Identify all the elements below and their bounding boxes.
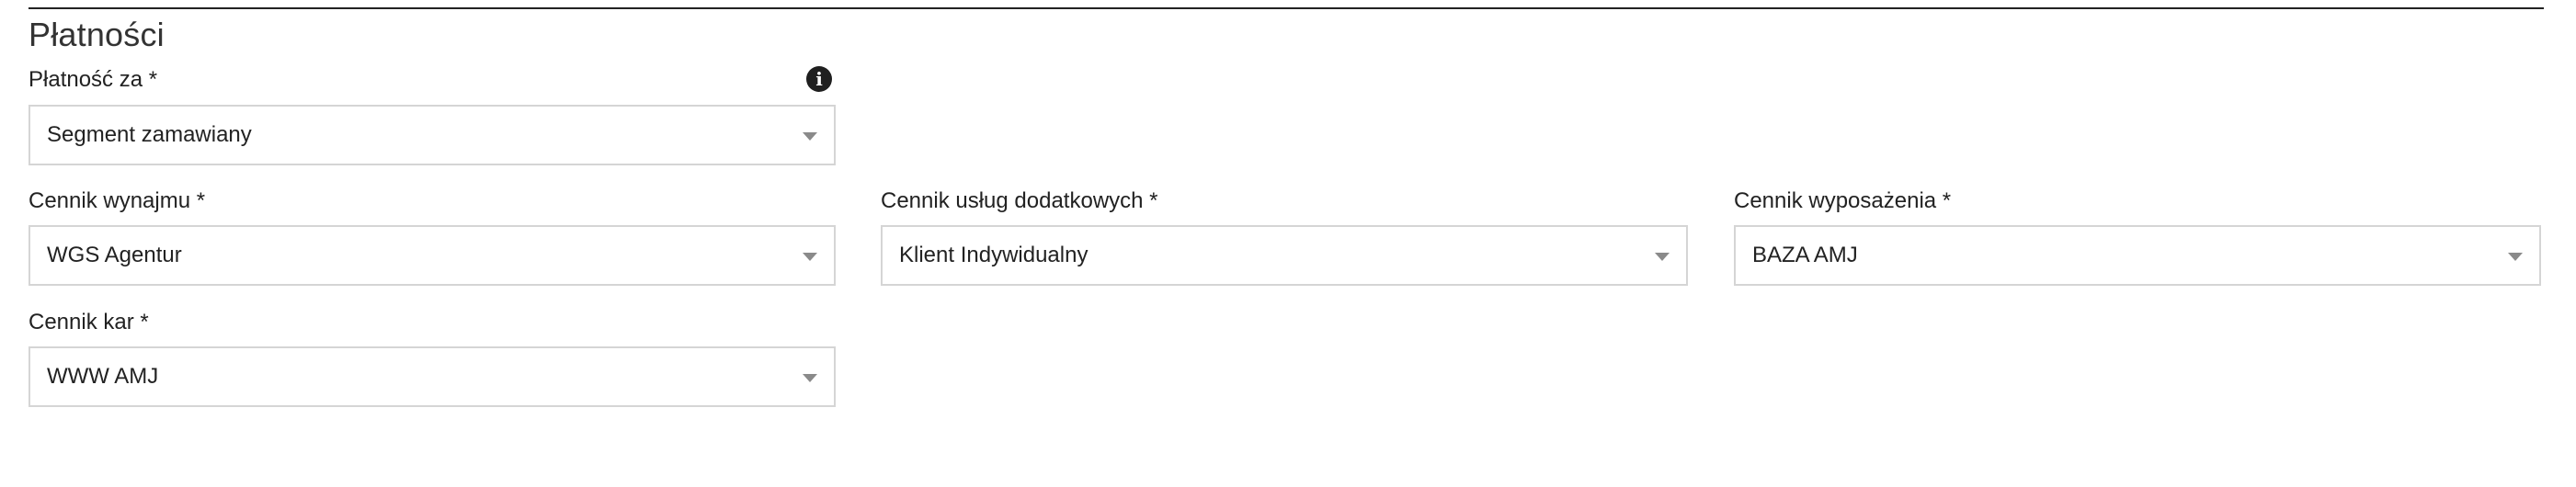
payment-for-field: Płatność za * Segment zamawiany (28, 66, 836, 165)
payment-for-value: Segment zamawiany (47, 122, 252, 147)
equipment-pricelist-field: Cennik wyposażenia * BAZA AMJ (1734, 187, 2541, 286)
penalties-pricelist-value: WWW AMJ (47, 364, 159, 389)
additional-services-pricelist-value: Klient Indywidualny (899, 243, 1089, 267)
penalties-pricelist-select[interactable]: WWW AMJ (28, 346, 836, 407)
penalties-pricelist-label: Cennik kar * (28, 310, 149, 334)
rental-pricelist-select[interactable]: WGS Agentur (28, 225, 836, 286)
equipment-pricelist-select[interactable]: BAZA AMJ (1734, 225, 2541, 286)
rental-pricelist-value: WGS Agentur (47, 243, 182, 267)
chevron-down-icon (803, 253, 817, 261)
chevron-down-icon (803, 374, 817, 382)
equipment-pricelist-value: BAZA AMJ (1752, 243, 1858, 267)
penalties-pricelist-field: Cennik kar * WWW AMJ (28, 309, 836, 407)
rental-pricelist-label: Cennik wynajmu * (28, 188, 206, 213)
section-divider (28, 7, 2544, 9)
additional-services-pricelist-label: Cennik usług dodatkowych * (881, 188, 1158, 213)
equipment-pricelist-label: Cennik wyposażenia * (1734, 188, 1952, 213)
payment-for-label: Płatność za * (28, 67, 158, 92)
chevron-down-icon (1655, 253, 1670, 261)
chevron-down-icon (803, 132, 817, 141)
rental-pricelist-field: Cennik wynajmu * WGS Agentur (28, 187, 836, 286)
additional-services-pricelist-select[interactable]: Klient Indywidualny (881, 225, 1688, 286)
payment-for-select[interactable]: Segment zamawiany (28, 105, 836, 165)
additional-services-pricelist-field: Cennik usług dodatkowych * Klient Indywi… (881, 187, 1688, 286)
section-title: Płatności (28, 16, 165, 53)
chevron-down-icon (2508, 253, 2523, 261)
